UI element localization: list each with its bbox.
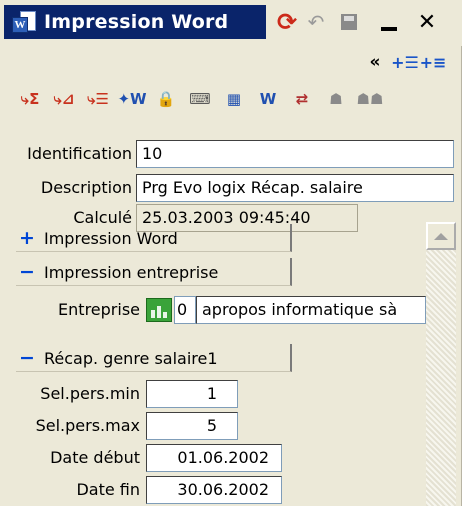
nav-row: « +☰ +≡ <box>0 46 462 78</box>
date-debut-field[interactable]: 01.06.2002 <box>146 444 282 472</box>
entreprise-label: Entreprise <box>58 300 140 319</box>
collapse-left-icon[interactable]: « <box>362 49 388 75</box>
insert-list-icon[interactable]: +≡ <box>420 49 447 75</box>
window-title: Impression Word <box>44 11 229 33</box>
section-label: Impression entreprise <box>44 262 219 282</box>
vertical-scrollbar[interactable] <box>426 222 456 506</box>
section-impression-word[interactable]: + Impression Word <box>16 224 292 252</box>
scroll-up-button[interactable] <box>426 222 456 250</box>
translate-icon[interactable]: ⇄ <box>288 86 316 112</box>
lock-icon[interactable]: 🔒 <box>152 86 180 112</box>
company-icon[interactable] <box>146 298 172 322</box>
collapse-icon[interactable]: − <box>16 261 38 283</box>
section-label: Impression Word <box>44 228 178 248</box>
list-fields-icon[interactable]: ⤷☰ <box>84 86 112 112</box>
sel-max-field[interactable]: 5 <box>146 412 238 440</box>
section-label: Récap. genre salaire1 <box>44 348 218 368</box>
description-field[interactable]: Prg Evo logix Récap. salaire <box>136 174 454 202</box>
insert-row-icon[interactable]: +☰ <box>391 49 419 75</box>
collapse-icon[interactable]: − <box>16 347 38 369</box>
identification-field[interactable]: 10 <box>136 140 454 168</box>
description-label: Description <box>40 178 132 197</box>
date-fin-field[interactable]: 30.06.2002 <box>146 476 282 504</box>
title-highlight[interactable]: W Impression Word <box>4 5 266 39</box>
date-fin-label: Date fin <box>76 480 140 499</box>
triangle-up-icon <box>434 232 448 240</box>
close-button[interactable]: ✕ <box>410 8 444 36</box>
minimize-button[interactable] <box>374 8 404 36</box>
keyboard-icon[interactable]: ⌨ <box>186 86 214 112</box>
form-window: W Impression Word ⟳ ↶ ✕ « +☰ +≡ ⤷Σ ⤷⊿ ⤷☰ ✦W… <box>0 0 462 506</box>
toolbar: ⤷Σ ⤷⊿ ⤷☰ ✦W 🔒 ⌨ ▦ W ⇄ ☗ ☗☗ <box>16 82 456 116</box>
word-doc-icon[interactable]: W <box>254 86 282 112</box>
save-icon[interactable] <box>336 8 362 36</box>
group-icon[interactable]: ☗☗ <box>356 86 384 112</box>
identification-label: Identification <box>27 144 132 163</box>
sel-min-field[interactable]: 1 <box>146 380 238 408</box>
entreprise-name-field[interactable]: apropos informatique sà <box>196 296 426 324</box>
group-add-icon[interactable]: ☗ <box>322 86 350 112</box>
sel-max-label: Sel.pers.max <box>35 416 140 435</box>
expand-icon[interactable]: + <box>16 227 38 249</box>
sel-min-label: Sel.pers.min <box>40 384 140 403</box>
date-debut-label: Date début <box>50 448 140 467</box>
calendar-word-icon[interactable]: ▦ <box>220 86 248 112</box>
word-doc-icon: W <box>10 9 40 35</box>
title-bar: W Impression Word ⟳ ↶ ✕ <box>0 0 462 46</box>
section-recap-genre-salaire[interactable]: − Récap. genre salaire1 <box>16 344 292 372</box>
entreprise-code-field[interactable]: 0 <box>174 296 196 324</box>
sort-fields-icon[interactable]: ⤷⊿ <box>50 86 78 112</box>
section-impression-entreprise[interactable]: − Impression entreprise <box>16 258 292 286</box>
sum-fields-icon[interactable]: ⤷Σ <box>16 86 44 112</box>
undo-icon[interactable]: ↶ <box>302 8 330 36</box>
word-wizard-icon[interactable]: ✦W <box>117 86 146 112</box>
refresh-icon[interactable]: ⟳ <box>272 8 302 36</box>
minimize-icon <box>381 27 397 31</box>
